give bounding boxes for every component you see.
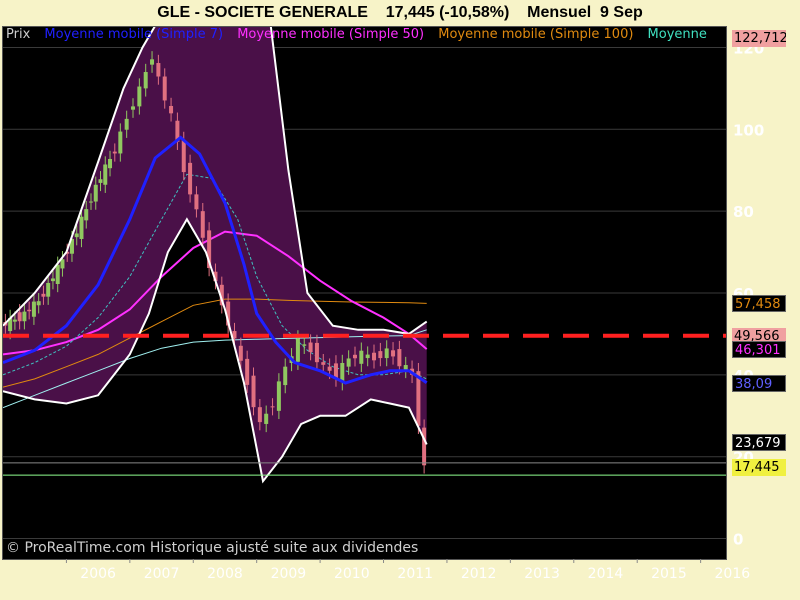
candle-body xyxy=(118,131,123,154)
candle-body xyxy=(41,293,46,297)
candle-body xyxy=(384,348,389,359)
x-tick-label: 2009 xyxy=(271,566,307,582)
candle-body xyxy=(359,350,364,364)
chart-canvas: 0204060801001202006200720082009201020112… xyxy=(3,27,764,582)
candle-body xyxy=(378,351,383,359)
candle-body xyxy=(257,407,262,423)
candle-body xyxy=(188,162,193,195)
candle-body xyxy=(238,345,243,361)
chart-window: GLE - SOCIETE GENERALE 17,445 (-10,58%) … xyxy=(0,0,800,600)
candle-body xyxy=(352,354,357,359)
candle-body xyxy=(365,354,370,359)
candle-body xyxy=(321,362,326,365)
candle-body xyxy=(31,301,36,317)
candle-body xyxy=(308,342,313,353)
y-tick-label: 100 xyxy=(733,121,764,139)
candle-body xyxy=(131,106,136,110)
x-tick-label: 2010 xyxy=(334,566,370,582)
candle-body xyxy=(245,358,250,385)
candle-body xyxy=(17,312,22,322)
candle-body xyxy=(251,375,256,408)
candle-body xyxy=(124,118,129,130)
candle-body xyxy=(108,158,113,169)
candle-body xyxy=(50,278,55,282)
candle-body xyxy=(22,311,27,322)
candle-body xyxy=(264,413,269,424)
candle-body xyxy=(276,381,281,411)
candle-body xyxy=(112,151,117,154)
candle-body xyxy=(98,179,103,183)
candle-body xyxy=(84,209,89,221)
x-tick-label: 2011 xyxy=(397,566,433,582)
candle-body xyxy=(283,366,288,386)
candle-body xyxy=(79,216,84,239)
candle-body xyxy=(270,406,275,408)
candle-body xyxy=(346,358,351,367)
candle-body xyxy=(314,342,319,363)
price-tag: 38,09 xyxy=(732,374,786,392)
x-tick-label: 2008 xyxy=(207,566,243,582)
y-tick-label: 80 xyxy=(733,203,754,221)
copyright-note: © ProRealTime.com Historique ajusté suit… xyxy=(6,540,419,556)
x-tick-label: 2016 xyxy=(715,566,751,582)
legend-item-ma100[interactable]: Moyenne mobile (Simple 100) xyxy=(438,27,633,42)
candle-body xyxy=(156,63,161,77)
candle-body xyxy=(302,344,307,346)
y-tick-label: 0 xyxy=(733,531,743,549)
legend-item-ma50[interactable]: Moyenne mobile (Simple 50) xyxy=(237,27,424,42)
candle-body xyxy=(169,105,174,114)
candle-body xyxy=(150,59,155,65)
candle-body xyxy=(422,427,427,466)
legend-item-ma7[interactable]: Moyenne mobile (Simple 7) xyxy=(44,27,223,42)
legend-item-price[interactable]: Prix xyxy=(6,27,30,42)
candle-body xyxy=(88,201,93,203)
candle-body xyxy=(327,366,332,371)
x-tick-label: 2014 xyxy=(588,566,624,582)
candle-body xyxy=(403,365,408,370)
candle-body xyxy=(137,86,142,107)
candle-body xyxy=(181,139,186,173)
candle-body xyxy=(46,282,51,297)
candle-body xyxy=(372,352,377,361)
series-layer xyxy=(3,27,428,484)
x-tick-label: 2007 xyxy=(144,566,180,582)
price-tag: 122,712 xyxy=(732,30,786,47)
candle-body xyxy=(391,350,396,357)
x-tick-label: 2006 xyxy=(80,566,116,582)
candle-body xyxy=(200,211,205,238)
candle-body xyxy=(36,301,41,306)
legend-item-average[interactable]: Moyenne xyxy=(648,27,707,42)
x-tick-label: 2015 xyxy=(651,566,687,582)
price-tag: 23,679 xyxy=(732,433,786,451)
price-tag: 46,301 xyxy=(732,341,786,359)
candle-body xyxy=(162,76,167,101)
legend: Prix Moyenne mobile (Simple 7) Moyenne m… xyxy=(6,26,726,43)
price-tag: 57,458 xyxy=(732,295,786,313)
candle-body xyxy=(295,338,300,362)
price-tag: 17,445 xyxy=(732,459,786,477)
band-fill xyxy=(3,27,427,482)
candle-body xyxy=(55,264,60,284)
candle-body xyxy=(143,72,148,89)
candle-body xyxy=(12,319,17,322)
candle-body xyxy=(103,164,108,185)
candle-body xyxy=(194,194,199,210)
candle-body xyxy=(74,233,79,238)
candle-body xyxy=(397,349,402,367)
x-tick-label: 2013 xyxy=(524,566,560,582)
candle-body xyxy=(27,309,32,312)
candle-body xyxy=(93,184,98,202)
x-tick-label: 2012 xyxy=(461,566,497,582)
